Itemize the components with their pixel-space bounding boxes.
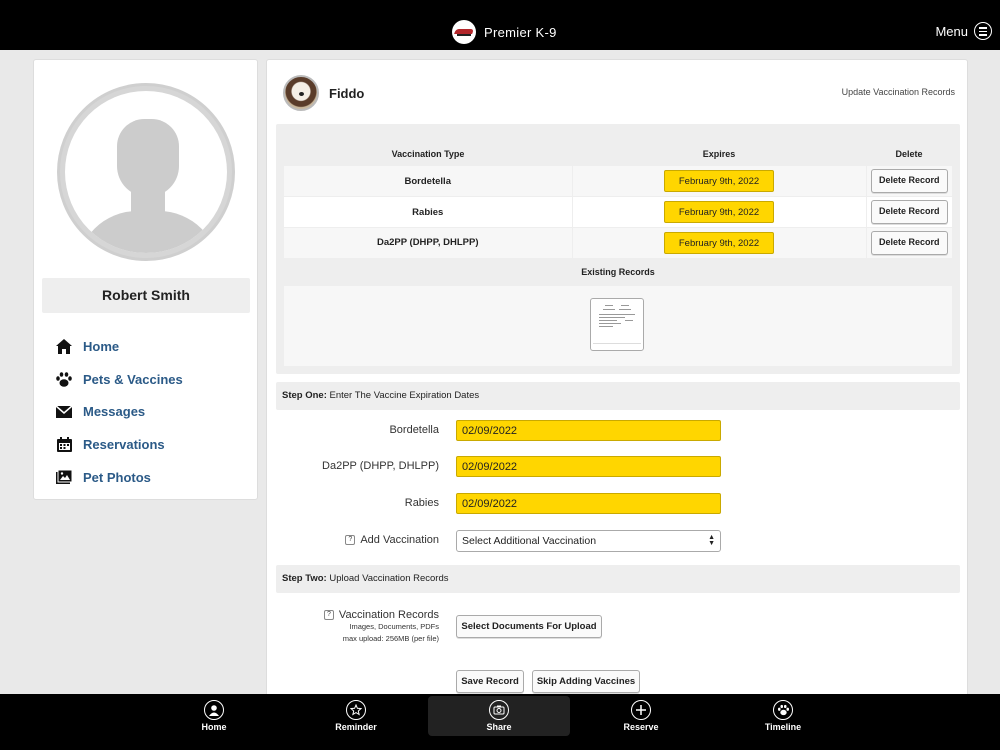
expiry-date-badge: February 9th, 2022	[664, 170, 774, 193]
table-row: Rabies February 9th, 2022 Delete Record	[284, 196, 952, 228]
upload-hint-size: max upload: 256MB (per file)	[342, 634, 439, 643]
user-circle-icon	[204, 700, 224, 720]
sidebar-item-label: Home	[83, 338, 120, 354]
sidebar-item-label: Pet Photos	[83, 469, 151, 485]
existing-records-box	[284, 286, 952, 366]
delete-record-button[interactable]: Delete Record	[870, 230, 948, 255]
expiry-date-badge: February 9th, 2022	[664, 201, 774, 224]
tab-home[interactable]: Home	[143, 694, 285, 750]
vaccine-type-cell: Bordetella	[284, 166, 572, 198]
step-one-header: Step One: Enter The Vaccine Expiration D…	[276, 382, 960, 410]
bordetella-date-input[interactable]	[456, 420, 721, 441]
bordetella-row: Bordetella	[267, 420, 967, 442]
sidebar-nav: Home Pets & Vaccines Messages Reservatio…	[54, 330, 183, 494]
sidebar-item-pets-vaccines[interactable]: Pets & Vaccines	[54, 363, 183, 396]
expiry-date-badge: February 9th, 2022	[664, 231, 774, 254]
column-header-type: Vaccination Type	[391, 149, 465, 159]
photos-icon	[54, 468, 74, 486]
column-header-delete: Delete	[895, 149, 923, 159]
plus-icon	[631, 700, 651, 720]
brand[interactable]: Premier K-9	[452, 20, 557, 44]
step-one-title: Enter The Vaccine Expiration Dates	[326, 390, 480, 401]
add-vaccination-label: Add Vaccination	[360, 534, 439, 546]
select-arrows-icon: ▲ ▼	[708, 534, 715, 547]
tab-label: Home	[201, 722, 227, 732]
premier-k9-logo-icon	[452, 20, 476, 44]
sidebar-item-home[interactable]: Home	[54, 330, 183, 363]
update-vaccination-records-link[interactable]: Update Vaccination Records	[842, 87, 955, 97]
vaccination-records-label-group: ? Vaccination Records Images, Documents,…	[323, 609, 439, 645]
column-header-expires: Expires	[702, 149, 736, 159]
step-two-header: Step Two: Upload Vaccination Records	[276, 565, 960, 593]
calendar-icon	[54, 436, 74, 454]
pet-name: Fiddo	[329, 85, 365, 101]
table-row: Bordetella February 9th, 2022 Delete Rec…	[284, 166, 952, 198]
skip-adding-vaccines-button[interactable]: Skip Adding Vaccines	[532, 670, 640, 693]
vaccination-table: Vaccination Type Expires Delete Bordetel…	[284, 142, 952, 259]
vaccination-records-label: Vaccination Records	[338, 609, 439, 621]
da2pp-row: Da2PP (DHPP, DHLPP)	[267, 456, 967, 478]
sidebar-item-label: Messages	[83, 404, 146, 420]
rabies-label: Rabies	[404, 497, 439, 509]
delete-record-button[interactable]: Delete Record	[870, 169, 948, 194]
step-two-title: Upload Vaccination Records	[326, 573, 449, 584]
home-icon	[54, 337, 74, 355]
bottom-tab-bar: Home Reminder Share Reserve Timeline	[0, 694, 1000, 750]
menu-button[interactable]: Menu	[935, 22, 992, 40]
tab-reminder[interactable]: Reminder	[285, 694, 427, 750]
existing-records-title: Existing Records	[581, 267, 655, 277]
select-value: Select Additional Vaccination	[462, 535, 597, 547]
app-title: Premier K-9	[484, 24, 557, 40]
pet-avatar	[283, 75, 319, 111]
pet-header: Fiddo	[283, 75, 364, 111]
da2pp-label: Da2PP (DHPP, DHLPP)	[322, 460, 439, 472]
sidebar-item-pet-photos[interactable]: Pet Photos	[54, 461, 183, 494]
profile-card: Robert Smith Home Pets & Vaccines Messag…	[33, 59, 258, 500]
tab-label: Timeline	[764, 722, 802, 732]
sidebar-item-messages[interactable]: Messages	[54, 396, 183, 429]
tab-reserve[interactable]: Reserve	[570, 694, 712, 750]
tab-label: Share	[486, 722, 512, 732]
vaccine-type-cell: Rabies	[284, 196, 572, 228]
hamburger-icon	[974, 22, 992, 40]
sidebar-item-reservations[interactable]: Reservations	[54, 428, 183, 461]
tab-share[interactable]: Share	[428, 694, 570, 750]
select-documents-button[interactable]: Select Documents For Upload	[456, 615, 602, 638]
rabies-row: Rabies	[267, 493, 967, 515]
add-vaccination-row: ? Add Vaccination Select Additional Vacc…	[267, 530, 967, 552]
vaccine-type-cell: Da2PP (DHPP, DHLPP)	[284, 227, 572, 259]
star-icon	[346, 700, 366, 720]
help-icon[interactable]: ?	[323, 610, 334, 620]
tab-label: Reserve	[623, 722, 659, 732]
sidebar-item-label: Pets & Vaccines	[83, 371, 183, 387]
user-avatar-icon	[57, 83, 235, 261]
sidebar-item-label: Reservations	[83, 437, 165, 453]
help-icon[interactable]: ?	[345, 535, 356, 545]
additional-vaccination-select[interactable]: Select Additional Vaccination ▲ ▼	[456, 530, 721, 552]
vaccination-records-panel: Vaccination Type Expires Delete Bordetel…	[276, 124, 960, 374]
user-name: Robert Smith	[42, 278, 250, 313]
camera-icon	[489, 700, 509, 720]
step-two-label: Step Two:	[282, 573, 327, 584]
upload-hint-types: Images, Documents, PDFs	[349, 622, 439, 631]
save-record-button[interactable]: Save Record	[456, 670, 524, 693]
vaccination-card: Fiddo Update Vaccination Records Vaccina…	[266, 59, 968, 704]
da2pp-date-input[interactable]	[456, 456, 721, 477]
table-row: Da2PP (DHPP, DHLPP) February 9th, 2022 D…	[284, 227, 952, 259]
paw-icon	[773, 700, 793, 720]
step-one-label: Step One:	[282, 390, 327, 401]
rabies-date-input[interactable]	[456, 493, 721, 514]
paw-icon	[54, 370, 74, 388]
delete-record-button[interactable]: Delete Record	[870, 200, 948, 225]
bordetella-label: Bordetella	[389, 424, 439, 436]
top-bar: Premier K-9 Menu	[0, 0, 1000, 50]
tab-timeline[interactable]: Timeline	[712, 694, 854, 750]
menu-label: Menu	[935, 23, 968, 39]
tab-label: Reminder	[335, 722, 377, 732]
envelope-icon	[54, 403, 74, 421]
record-document-thumbnail[interactable]	[590, 298, 644, 351]
